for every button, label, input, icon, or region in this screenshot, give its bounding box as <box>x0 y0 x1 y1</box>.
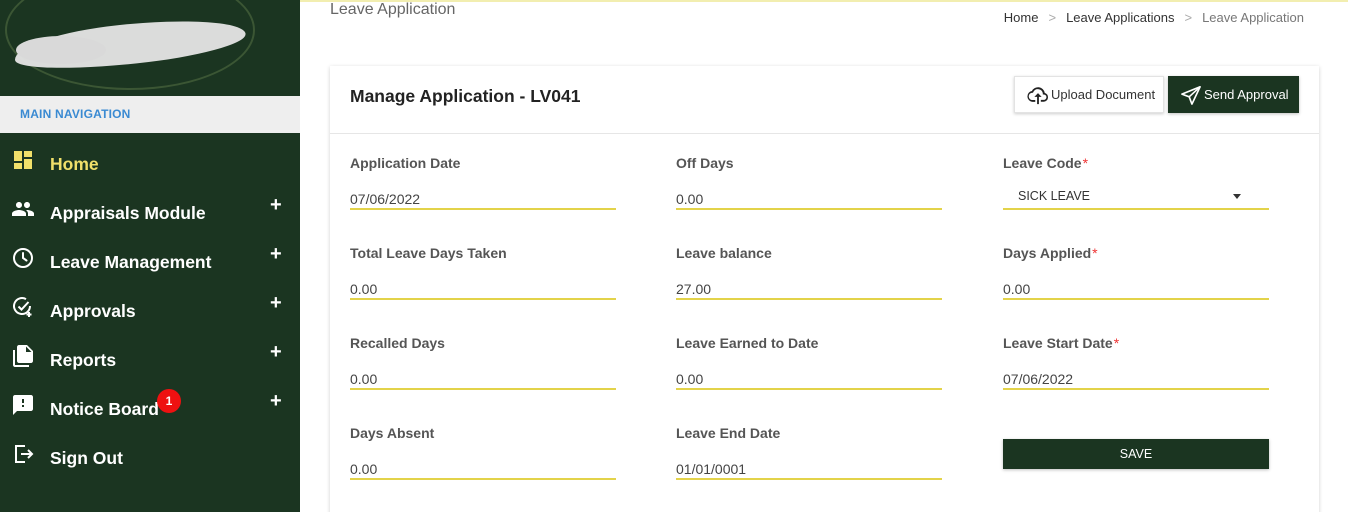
sidebar-item-label: Appraisals Module <box>50 203 206 223</box>
logo <box>0 0 300 96</box>
documents-icon <box>11 344 35 368</box>
expand-icon[interactable]: + <box>270 389 282 413</box>
recalled-days-field: Recalled Days 0.00 <box>350 335 616 390</box>
card-header: Manage Application - LV041 Upload Docume… <box>330 66 1319 134</box>
days-applied-label-wrap: Days Applied* <box>1003 245 1269 263</box>
total-leave-days-taken-field: Total Leave Days Taken 0.00 <box>350 245 616 300</box>
leave-code-select[interactable]: SICK LEAVE <box>1003 185 1269 210</box>
exit-icon <box>11 442 35 466</box>
sidebar-item-notice-board[interactable]: Notice Board 1 + <box>0 385 300 434</box>
leave-start-date-field: Leave Start Date* 07/06/2022 <box>1003 335 1269 390</box>
sidebar-item-appraisals[interactable]: Appraisals Module + <box>0 189 300 238</box>
send-approval-button[interactable]: Send Approval <box>1168 76 1299 113</box>
sidebar-item-sign-out[interactable]: Sign Out <box>0 434 300 483</box>
sidebar-item-leave-management[interactable]: Leave Management + <box>0 238 300 287</box>
leave-code-label: Leave Code <box>1003 155 1082 171</box>
nav-section-header: MAIN NAVIGATION <box>0 96 300 133</box>
sidebar-item-home[interactable]: Home <box>0 140 300 189</box>
people-icon <box>11 197 35 221</box>
send-icon <box>1181 85 1201 105</box>
breadcrumb-home[interactable]: Home <box>1004 10 1039 25</box>
leave-code-field: Leave Code* SICK LEAVE <box>1003 155 1269 210</box>
sidebar-item-reports[interactable]: Reports + <box>0 336 300 385</box>
sidebar-item-label: Home <box>50 154 99 174</box>
check-circle-icon <box>11 295 35 319</box>
leave-balance-input[interactable]: 27.00 <box>676 278 942 300</box>
dropdown-arrow-icon <box>1233 194 1241 199</box>
off-days-input[interactable]: 0.00 <box>676 188 942 210</box>
cloud-upload-icon <box>1027 86 1049 104</box>
sidebar-item-approvals[interactable]: Approvals + <box>0 287 300 336</box>
breadcrumb-current: Leave Application <box>1202 10 1304 25</box>
page-title: Leave Application <box>330 1 456 18</box>
expand-icon[interactable]: + <box>270 242 282 266</box>
notification-badge: 1 <box>157 389 181 413</box>
sidebar-item-label: Sign Out <box>50 448 123 468</box>
sidebar-item-label: Leave Management <box>50 252 212 272</box>
card-title: Manage Application - LV041 <box>350 86 581 106</box>
leave-earned-to-date-input[interactable]: 0.00 <box>676 368 942 390</box>
clock-icon <box>11 246 35 270</box>
application-date-input[interactable]: 07/06/2022 <box>350 188 616 210</box>
save-button[interactable]: SAVE <box>1003 439 1269 469</box>
sidebar-item-label: Reports <box>50 350 117 370</box>
leave-balance-field: Leave balance 27.00 <box>676 245 942 300</box>
days-applied-input[interactable]: 0.00 <box>1003 278 1269 300</box>
top-accent-line <box>300 0 1348 2</box>
leave-end-date-label: Leave End Date <box>676 425 781 441</box>
nav-list: Home Appraisals Module + Leave Managemen… <box>0 140 300 483</box>
total-leave-days-taken-input[interactable]: 0.00 <box>350 278 616 300</box>
sidebar: MAIN NAVIGATION Home Appraisals Module +… <box>0 0 300 512</box>
leave-start-date-label: Leave Start Date <box>1003 335 1113 351</box>
expand-icon[interactable]: + <box>270 193 282 217</box>
leave-start-date-label-wrap: Leave Start Date* <box>1003 335 1269 353</box>
leave-start-date-input[interactable]: 07/06/2022 <box>1003 368 1269 390</box>
leave-code-value: SICK LEAVE <box>1018 189 1091 203</box>
total-leave-days-taken-label: Total Leave Days Taken <box>350 245 507 261</box>
leave-earned-to-date-field: Leave Earned to Date 0.00 <box>676 335 942 390</box>
recalled-days-label: Recalled Days <box>350 335 445 351</box>
required-marker: * <box>1082 155 1089 171</box>
sidebar-item-label: Approvals <box>50 301 136 321</box>
logo-redacted-part <box>16 36 106 64</box>
recalled-days-input[interactable]: 0.00 <box>350 368 616 390</box>
days-applied-label: Days Applied <box>1003 245 1092 261</box>
leave-end-date-input[interactable]: 01/01/0001 <box>676 458 942 480</box>
send-approval-label: Send Approval <box>1204 87 1289 102</box>
days-absent-input[interactable]: 0.00 <box>350 458 616 480</box>
off-days-field: Off Days 0.00 <box>676 155 942 210</box>
expand-icon[interactable]: + <box>270 291 282 315</box>
days-applied-field: Days Applied* 0.00 <box>1003 245 1269 300</box>
breadcrumb-separator: > <box>1048 10 1057 25</box>
leave-code-label-wrap: Leave Code* <box>1003 155 1269 173</box>
feedback-icon <box>11 393 35 417</box>
application-card: Manage Application - LV041 Upload Docume… <box>330 66 1319 512</box>
off-days-label: Off Days <box>676 155 734 171</box>
breadcrumb-separator: > <box>1184 10 1193 25</box>
sidebar-item-label: Notice Board <box>50 399 159 419</box>
application-date-label: Application Date <box>350 155 461 171</box>
expand-icon[interactable]: + <box>270 340 282 364</box>
upload-document-label: Upload Document <box>1051 87 1156 102</box>
days-absent-field: Days Absent 0.00 <box>350 425 616 480</box>
upload-document-button[interactable]: Upload Document <box>1014 76 1164 113</box>
days-absent-label: Days Absent <box>350 425 435 441</box>
leave-end-date-field: Leave End Date 01/01/0001 <box>676 425 942 480</box>
leave-earned-to-date-label: Leave Earned to Date <box>676 335 819 351</box>
required-marker: * <box>1113 335 1120 351</box>
application-date-field: Application Date 07/06/2022 <box>350 155 616 210</box>
breadcrumb: Home > Leave Applications > Leave Applic… <box>1004 10 1304 25</box>
required-marker: * <box>1092 245 1098 261</box>
leave-balance-label: Leave balance <box>676 245 772 261</box>
dashboard-icon <box>11 148 35 172</box>
breadcrumb-leave-applications[interactable]: Leave Applications <box>1066 10 1174 25</box>
